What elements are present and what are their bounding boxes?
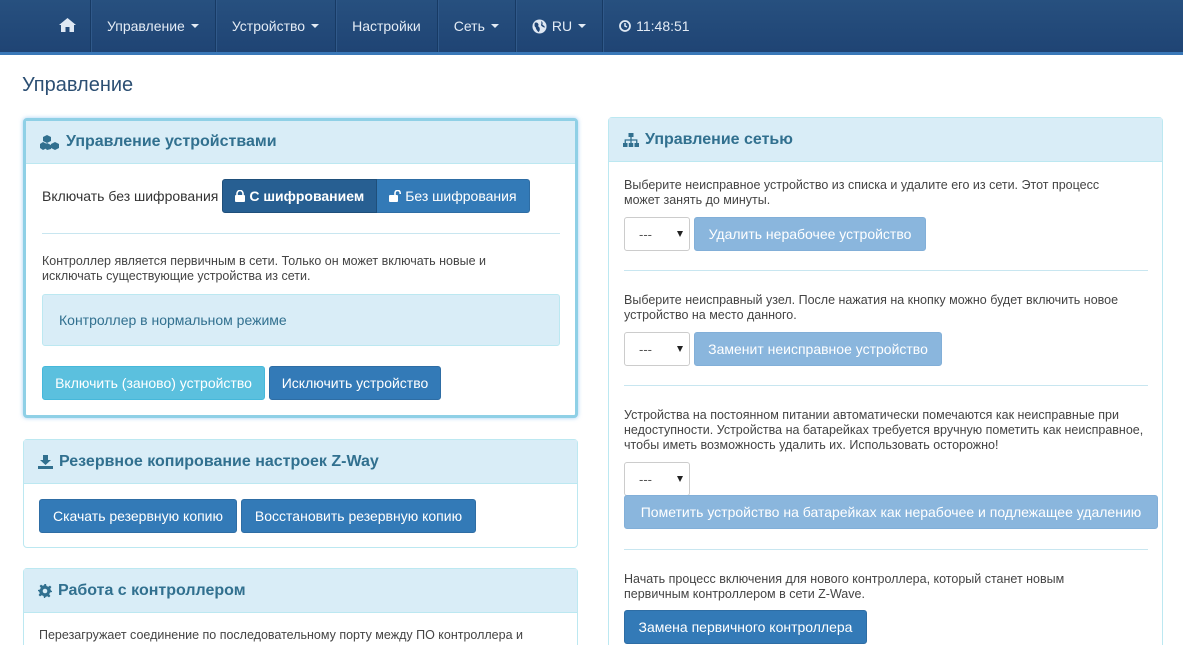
network-management-panel: Управление сетью Выберите неисправное ус… <box>608 117 1163 645</box>
nav-language-label: RU <box>551 18 573 34</box>
replace-failed-device-button[interactable]: Заменит неисправное устройство <box>694 332 942 366</box>
divider <box>624 270 1148 271</box>
gear-icon <box>38 583 52 598</box>
failed-node-select-value: --- <box>639 341 652 357</box>
home-icon <box>59 17 76 35</box>
nav-clock-time: 11:48:51 <box>636 18 690 34</box>
backup-panel: Резервное копирование настроек Z-Way Ска… <box>23 439 578 548</box>
chevron-down-icon <box>311 24 320 28</box>
controller-status-text: Контроллер в нормальном режиме <box>59 312 287 328</box>
nav-management-label: Управление <box>107 18 185 34</box>
failed-device-select[interactable]: --- <box>624 217 690 251</box>
chevron-down-icon <box>190 24 199 28</box>
divider <box>624 549 1148 550</box>
chevron-down-icon <box>677 476 683 482</box>
include-device-button[interactable]: Включить (заново) устройство <box>42 366 265 400</box>
nav-network[interactable]: Сеть <box>436 0 515 52</box>
secure-mode-button[interactable]: С шифрованием <box>222 179 378 213</box>
exclude-device-button[interactable]: Исключить устройство <box>269 366 441 400</box>
nav-network-label: Сеть <box>453 18 485 34</box>
insecure-mode-button[interactable]: Без шифрования <box>377 179 530 213</box>
nav-clock: 11:48:51 <box>602 0 705 52</box>
nav-home[interactable] <box>43 0 90 52</box>
failed-device-select-value: --- <box>639 226 652 242</box>
mark-battery-failed-button[interactable]: Пометить устройство на батарейках как не… <box>624 495 1158 529</box>
remove-failed-device-button[interactable]: Удалить нерабочее устройство <box>694 217 926 251</box>
restore-backup-button[interactable]: Восстановить резервную копию <box>241 499 476 533</box>
device-management-panel: Управление устройствами Включать без шиф… <box>23 118 578 418</box>
controller-title: Работа с контроллером <box>58 581 246 599</box>
nav-settings-label: Настройки <box>352 18 421 34</box>
nav-device[interactable]: Устройство <box>214 0 335 52</box>
download-icon <box>38 454 53 469</box>
nav-settings[interactable]: Настройки <box>335 0 437 52</box>
nav-management[interactable]: Управление <box>90 0 215 52</box>
network-management-title: Управление сетью <box>645 130 793 148</box>
sitemap-icon <box>623 132 639 147</box>
insecure-mode-label: Без шифрования <box>405 188 517 204</box>
globe-icon <box>532 18 547 34</box>
backup-title: Резервное копирование настроек Z-Way <box>59 452 379 470</box>
controller-role-description: Контроллер является первичным в сети. То… <box>42 254 487 283</box>
backup-heading: Резервное копирование настроек Z-Way <box>24 440 577 484</box>
secure-mode-label: С шифрованием <box>249 188 365 204</box>
unlock-icon <box>389 190 402 202</box>
lock-icon <box>235 190 246 202</box>
device-management-heading: Управление устройствами <box>26 121 575 164</box>
top-navbar: Управление Устройство Настройки Сеть RU … <box>0 0 1183 55</box>
clock-icon <box>619 20 632 32</box>
controller-heading: Работа с контроллером <box>24 569 577 613</box>
controller-status-alert: Контроллер в нормальном режиме <box>42 294 560 346</box>
controller-change-button[interactable]: Замена первичного контроллера <box>624 610 867 644</box>
failed-node-select[interactable]: --- <box>624 332 690 366</box>
chevron-down-icon <box>677 231 683 237</box>
mark-battery-description: Устройства на постоянном питании автомат… <box>624 408 1144 452</box>
include-mode-label: Включать без шифрования <box>42 188 219 204</box>
page-title: Управление <box>22 74 134 96</box>
divider <box>42 233 560 234</box>
nav-language[interactable]: RU <box>514 0 602 52</box>
controller-description: Перезагружает соединение по последовател… <box>39 628 523 642</box>
remove-failed-description: Выберите неисправное устройство из списк… <box>624 178 1100 207</box>
controller-panel: Работа с контроллером Перезагружает соед… <box>23 568 578 645</box>
chevron-down-icon <box>578 24 587 28</box>
chevron-down-icon <box>490 24 499 28</box>
device-management-title: Управление устройствами <box>66 133 277 150</box>
divider <box>624 385 1148 386</box>
controller-change-description: Начать процесс включения для нового конт… <box>624 572 1065 601</box>
cubes-icon <box>40 134 60 150</box>
chevron-down-icon <box>677 346 683 352</box>
battery-device-select-value: --- <box>639 471 652 487</box>
nav-device-label: Устройство <box>231 18 306 34</box>
download-backup-button[interactable]: Скачать резервную копию <box>39 499 237 533</box>
network-management-heading: Управление сетью <box>609 118 1162 162</box>
battery-device-select[interactable]: --- <box>624 462 690 496</box>
replace-failed-description: Выберите неисправный узел. После нажатия… <box>624 293 1119 322</box>
